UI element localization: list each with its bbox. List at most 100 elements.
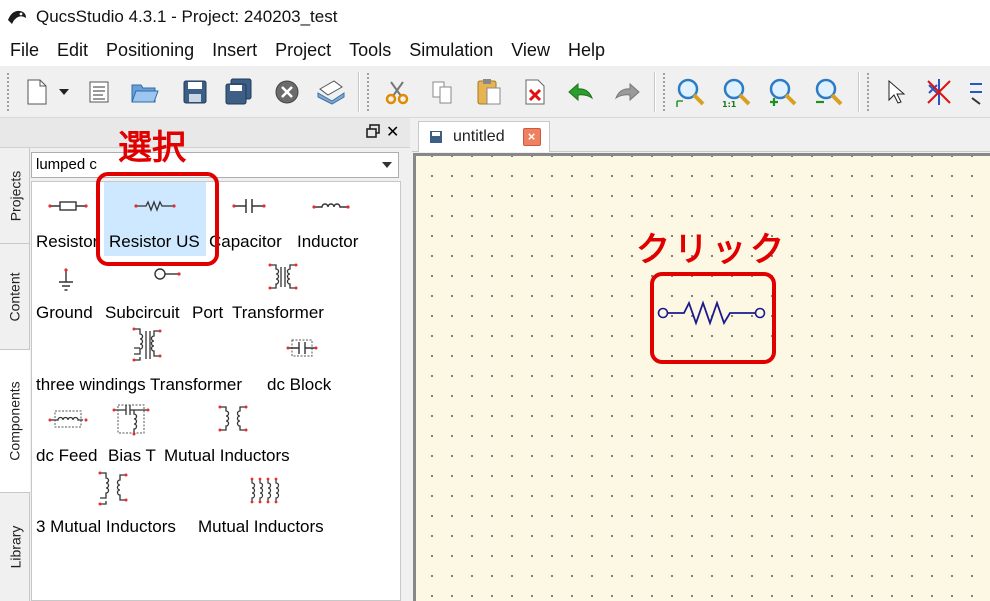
dc-feed-icon[interactable] [48, 408, 88, 430]
panel-splitter[interactable] [401, 148, 411, 601]
toolbar-grip[interactable] [866, 72, 870, 112]
transformer-icon[interactable] [266, 262, 300, 292]
mutual-inductors-icon[interactable] [216, 404, 250, 434]
zoom-out-button[interactable] [814, 77, 844, 107]
mirror-button[interactable] [924, 77, 954, 107]
component-port-label[interactable]: Port [192, 303, 223, 323]
tab-components-label: Components [7, 381, 24, 461]
new-file-button[interactable] [22, 77, 52, 107]
resistor-icon[interactable] [48, 197, 88, 215]
print-button[interactable] [316, 77, 346, 107]
schematic-canvas[interactable] [413, 153, 990, 601]
tab-untitled-label: untitled [453, 128, 505, 145]
printer-icon [317, 80, 345, 105]
toolbar-grip[interactable] [366, 72, 370, 112]
dc-block-icon[interactable] [286, 338, 318, 358]
zoom-out-icon [815, 78, 843, 106]
copy-icon [432, 81, 452, 104]
capacitor-icon[interactable] [232, 197, 266, 215]
tab-content[interactable]: Content [0, 244, 30, 350]
toolbar-grip[interactable] [662, 72, 666, 112]
close-dock-icon[interactable]: ✕ [386, 122, 399, 142]
component-inductor-label[interactable]: Inductor [297, 232, 358, 252]
zoom-1to1-button[interactable]: 1:1 [722, 77, 752, 107]
close-document-button[interactable] [272, 77, 302, 107]
menu-file[interactable]: File [0, 40, 47, 61]
tab-library-label: Library [7, 525, 24, 569]
three-mutual-inductors-icon[interactable] [96, 470, 132, 508]
toolbar-grip[interactable] [6, 72, 10, 112]
tab-untitled[interactable]: untitled × [418, 121, 550, 152]
toolbar-separator [358, 72, 360, 112]
three-windings-transformer-icon[interactable] [130, 326, 166, 364]
menu-simulation[interactable]: Simulation [399, 40, 501, 61]
dock-header [0, 118, 410, 148]
close-tab-icon[interactable]: × [522, 128, 541, 146]
menu-edit[interactable]: Edit [47, 40, 96, 61]
menu-tools[interactable]: Tools [339, 40, 399, 61]
menu-view[interactable]: View [501, 40, 558, 61]
component-bias-t-label[interactable]: Bias T [108, 446, 156, 466]
component-mutual-inductors-2-label[interactable]: Mutual Inductors [198, 517, 324, 537]
delete-button[interactable] [520, 77, 550, 107]
ground-icon[interactable] [56, 268, 76, 292]
menu-project[interactable]: Project [265, 40, 339, 61]
new-document-icon [27, 79, 47, 105]
clipboard-icon [477, 79, 501, 105]
redo-arrow-icon [614, 82, 640, 102]
text-document-icon [89, 81, 109, 103]
open-button[interactable] [130, 77, 160, 107]
new-file-dropdown[interactable] [56, 77, 72, 107]
component-three-mutual-inductors-label[interactable]: 3 Mutual Inductors [36, 517, 176, 537]
float-window-icon[interactable] [366, 124, 380, 138]
redo-button[interactable] [612, 77, 642, 107]
zoom-one-to-one-icon: 1:1 [722, 78, 751, 107]
rotate-button[interactable] [968, 77, 990, 107]
component-three-windings-transformer-label[interactable]: three windings Transformer [36, 375, 242, 395]
component-dc-block-label[interactable]: dc Block [267, 375, 331, 395]
copy-button[interactable] [428, 77, 458, 107]
side-tab-bar: Projects Content Components Library [0, 148, 30, 601]
annotation-select: 選択 [118, 129, 186, 167]
menu-bar: File Edit Positioning Insert Project Too… [0, 34, 990, 66]
menu-positioning[interactable]: Positioning [96, 40, 202, 61]
scissors-icon [385, 81, 409, 105]
open-folder-icon [131, 84, 159, 103]
component-mutual-inductors-label[interactable]: Mutual Inductors [164, 446, 290, 466]
zoom-fit-button[interactable] [676, 77, 706, 107]
toolbar-separator [858, 72, 860, 112]
zoom-in-button[interactable] [768, 77, 798, 107]
tab-components[interactable]: Components [0, 350, 30, 493]
component-capacitor-label[interactable]: Capacitor [209, 232, 282, 252]
toolbar-separator [654, 72, 656, 112]
select-button[interactable] [880, 77, 910, 107]
component-dc-feed-label[interactable]: dc Feed [36, 446, 97, 466]
component-ground-label[interactable]: Ground [36, 303, 93, 323]
component-transformer-label[interactable]: Transformer [232, 303, 324, 323]
inductor-icon[interactable] [312, 197, 350, 215]
annotation-click-box [650, 272, 776, 364]
component-subcircuit-label[interactable]: Subcircuit [105, 303, 180, 323]
new-text-button[interactable] [84, 77, 114, 107]
save-all-button[interactable] [224, 77, 254, 107]
cut-button[interactable] [382, 77, 412, 107]
tab-library[interactable]: Library [0, 493, 30, 601]
paste-button[interactable] [474, 77, 504, 107]
menu-insert[interactable]: Insert [202, 40, 265, 61]
port-icon[interactable] [152, 266, 182, 282]
save-disk-icon [183, 80, 207, 104]
n-mutual-inductors-icon[interactable] [246, 476, 286, 506]
tab-projects[interactable]: Projects [0, 148, 30, 244]
mirror-x-icon [927, 79, 951, 105]
component-resistor-label[interactable]: Resistor [36, 232, 98, 252]
undo-button[interactable] [566, 77, 596, 107]
window-title: QucsStudio 4.3.1 - Project: 240203_test [36, 7, 338, 26]
save-button[interactable] [180, 77, 210, 107]
svg-text:1:1: 1:1 [722, 100, 737, 107]
bias-t-icon[interactable] [112, 402, 150, 436]
menu-help[interactable]: Help [558, 40, 613, 61]
chevron-down-icon [382, 162, 392, 168]
tab-content-label: Content [7, 271, 24, 322]
toolbar: 1:1 [0, 66, 990, 118]
title-bar: QucsStudio 4.3.1 - Project: 240203_test [0, 0, 990, 34]
